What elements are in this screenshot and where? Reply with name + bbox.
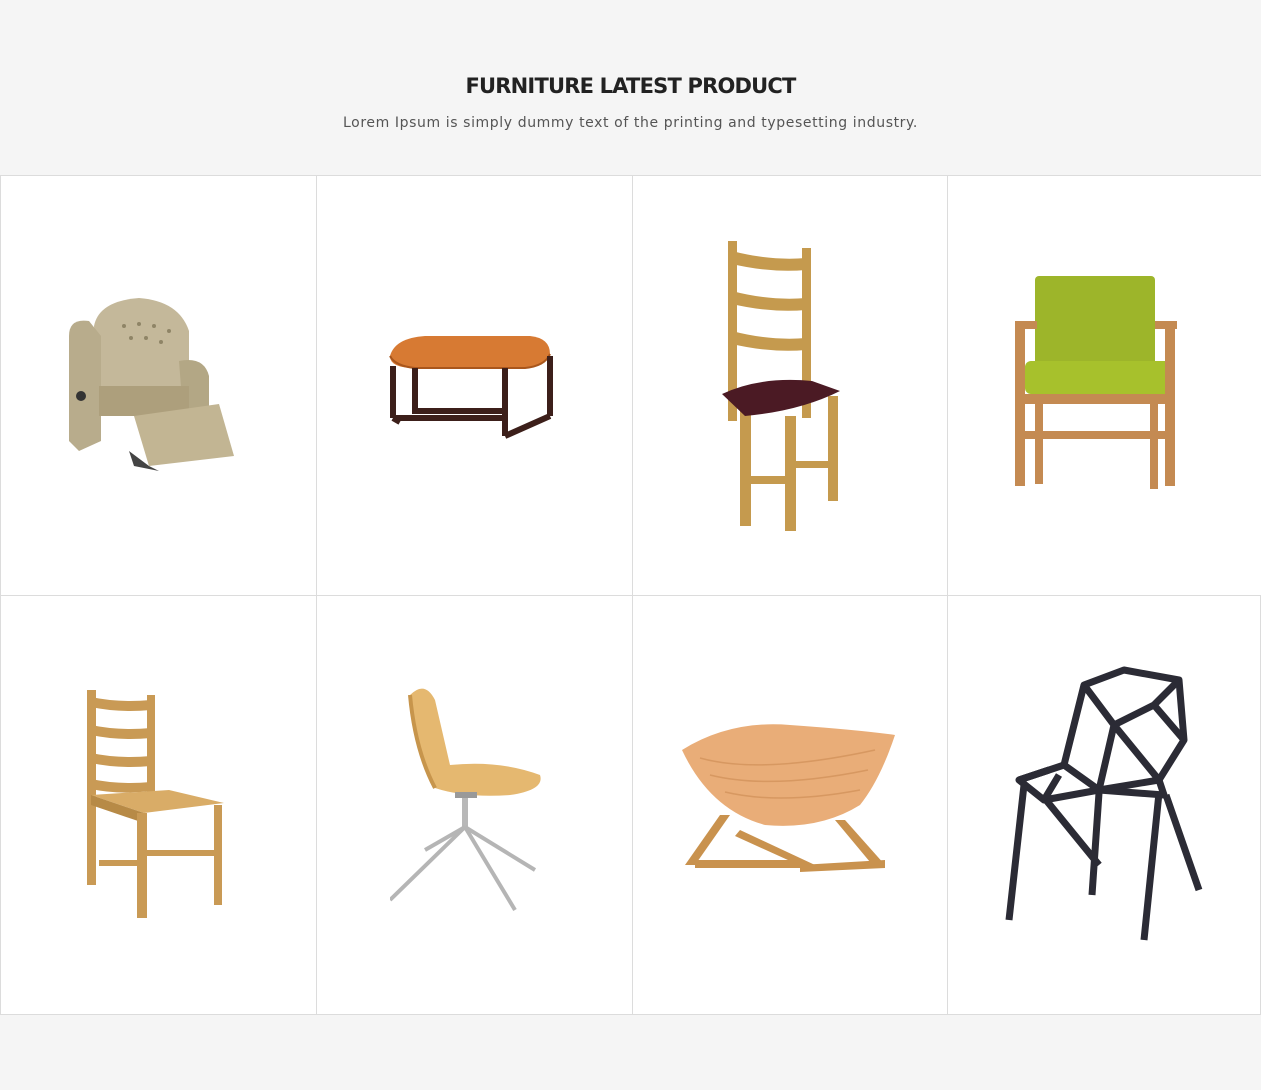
product-tile[interactable]	[0, 175, 316, 595]
product-tile[interactable]	[0, 595, 316, 1015]
bentwood-bowl-chair-icon	[682, 724, 895, 872]
product-tile[interactable]	[947, 595, 1261, 1015]
wooden-dining-chair-icon	[86, 690, 224, 918]
product-tile[interactable]	[316, 595, 632, 1015]
geometric-metal-chair-icon	[1005, 666, 1203, 941]
ladderback-chair-icon	[722, 240, 840, 531]
green-armchair-icon	[1014, 275, 1177, 489]
recliner-armchair-icon	[68, 297, 234, 471]
section-title: FURNITURE LATEST PRODUCT	[465, 74, 796, 98]
product-tile[interactable]	[632, 175, 947, 595]
leather-ottoman-icon	[388, 335, 553, 439]
product-tile[interactable]	[316, 175, 632, 595]
swivel-shell-chair-icon	[389, 688, 541, 912]
section-footer	[0, 1015, 1261, 1090]
product-tile[interactable]	[632, 595, 947, 1015]
product-tile[interactable]	[947, 175, 1261, 595]
section-header: FURNITURE LATEST PRODUCT Lorem Ipsum is …	[0, 0, 1261, 175]
product-grid	[0, 175, 1261, 1015]
section-subtitle: Lorem Ipsum is simply dummy text of the …	[343, 115, 918, 131]
